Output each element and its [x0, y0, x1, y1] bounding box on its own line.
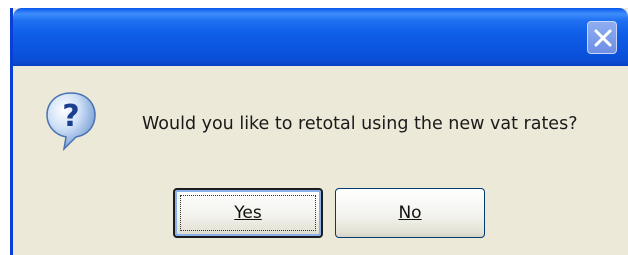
dialog-message: Would you like to retotal using the new …: [142, 114, 578, 134]
focus-rectangle: [180, 195, 316, 231]
close-icon: [594, 29, 612, 47]
close-button[interactable]: [587, 21, 617, 54]
no-button[interactable]: No: [335, 188, 485, 238]
question-icon: ?: [46, 92, 96, 152]
yes-button[interactable]: Yes: [173, 188, 323, 238]
title-bar[interactable]: [13, 8, 628, 66]
svg-text:?: ?: [62, 99, 79, 134]
dialog-window: ? Would you like to retotal using the ne…: [10, 8, 628, 255]
no-button-label: No: [398, 203, 422, 223]
